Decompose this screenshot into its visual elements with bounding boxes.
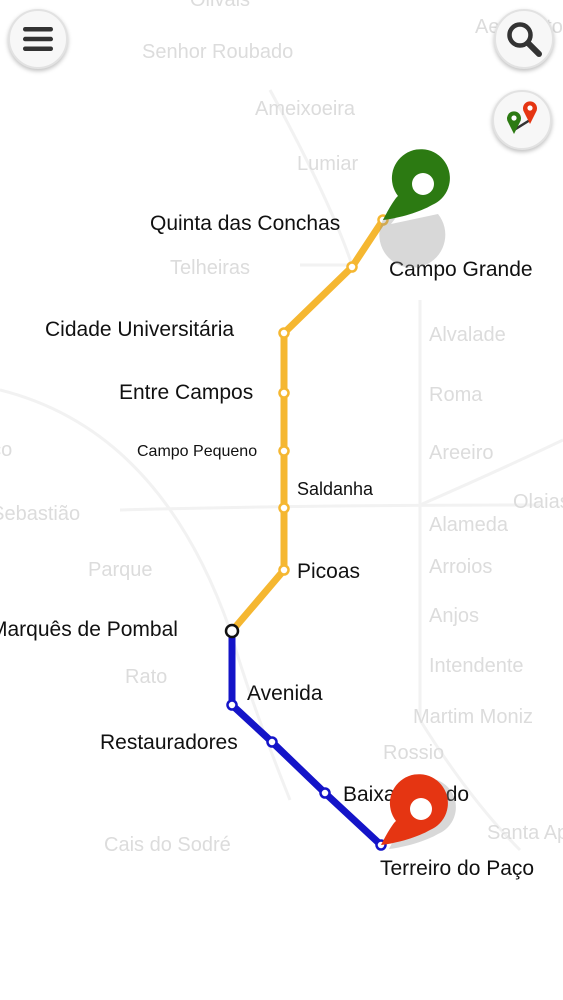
faded-station-martim-moniz: Martim Moniz bbox=[413, 706, 533, 728]
station-label-quinta-das-conchas[interactable]: Quinta das Conchas bbox=[150, 212, 340, 235]
station-label-terreiro-do-paco[interactable]: Terreiro do Paço bbox=[380, 857, 534, 880]
faded-station-lumiar: Lumiar bbox=[297, 153, 358, 175]
yellow-line-stations bbox=[278, 214, 389, 576]
route-button[interactable] bbox=[492, 90, 552, 150]
faded-station-cais-do-sodre: Cais do Sodré bbox=[104, 834, 231, 856]
faded-station-senhor-roubado: Senhor Roubado bbox=[142, 41, 293, 63]
faded-station-roma: Roma bbox=[429, 384, 483, 406]
station-label-campo-pequeno[interactable]: Campo Pequeno bbox=[137, 443, 257, 460]
menu-button[interactable] bbox=[8, 9, 68, 69]
route-pins-icon bbox=[507, 101, 537, 134]
faded-station-jardim-zoologico: Jardim Zoológico bbox=[0, 439, 12, 461]
faded-station-intendente: Intendente bbox=[429, 655, 524, 677]
faded-station-ameixoeira: Ameixoeira bbox=[255, 98, 356, 120]
search-button[interactable] bbox=[494, 9, 554, 69]
station-dot-saldanha[interactable] bbox=[278, 502, 290, 514]
faded-station-areeiro: Areeiro bbox=[429, 442, 493, 464]
station-dot-restauradores[interactable] bbox=[266, 736, 278, 748]
station-dot-marques-de-pombal[interactable] bbox=[224, 623, 240, 639]
faded-station-parque: Parque bbox=[88, 559, 153, 581]
station-label-restauradores[interactable]: Restauradores bbox=[100, 731, 238, 754]
station-dot-campo-pequeno[interactable] bbox=[278, 445, 290, 457]
faded-station-alvalade: Alvalade bbox=[429, 324, 506, 346]
hamburger-menu-icon bbox=[23, 27, 53, 51]
station-dot-baixa-chiado[interactable] bbox=[319, 787, 331, 799]
metro-map-screen: Olivais Senhor Roubado Ameixoeira Lumiar… bbox=[0, 0, 563, 1000]
faded-station-santa-apolonia: Santa Apolónia bbox=[487, 822, 563, 844]
station-label-picoas[interactable]: Picoas bbox=[297, 560, 360, 583]
station-dot-entre-campos[interactable] bbox=[278, 387, 290, 399]
station-dot-picoas[interactable] bbox=[278, 564, 290, 576]
station-dot-avenida[interactable] bbox=[226, 699, 238, 711]
station-dot-cidade-universitaria[interactable] bbox=[278, 327, 290, 339]
station-label-entre-campos[interactable]: Entre Campos bbox=[119, 381, 253, 404]
station-label-cidade-universitaria[interactable]: Cidade Universitária bbox=[45, 318, 234, 341]
metro-map[interactable]: Olivais Senhor Roubado Ameixoeira Lumiar… bbox=[0, 0, 563, 1000]
station-label-saldanha[interactable]: Saldanha bbox=[297, 479, 374, 499]
faded-station-rossio: Rossio bbox=[383, 742, 444, 764]
faded-station-anjos: Anjos bbox=[429, 605, 479, 627]
faded-station-olivais: Olivais bbox=[190, 0, 250, 11]
faded-station-olaias: Olaias bbox=[513, 491, 563, 513]
station-label-avenida[interactable]: Avenida bbox=[247, 682, 323, 705]
station-label-marques-de-pombal[interactable]: Marquês de Pombal bbox=[0, 618, 178, 641]
origin-map-pin-icon[interactable] bbox=[379, 149, 450, 268]
faded-station-rato: Rato bbox=[125, 666, 167, 688]
blue-line-route bbox=[228, 627, 385, 849]
faded-station-telheiras: Telheiras bbox=[170, 257, 250, 279]
faded-station-arroios: Arroios bbox=[429, 556, 492, 578]
magnifier-search-icon bbox=[507, 22, 542, 57]
faded-station-sao-sebastiao: São Sebastião bbox=[0, 503, 80, 525]
faded-station-alameda: Alameda bbox=[429, 514, 509, 536]
station-dot-campo-grande[interactable] bbox=[346, 261, 358, 273]
